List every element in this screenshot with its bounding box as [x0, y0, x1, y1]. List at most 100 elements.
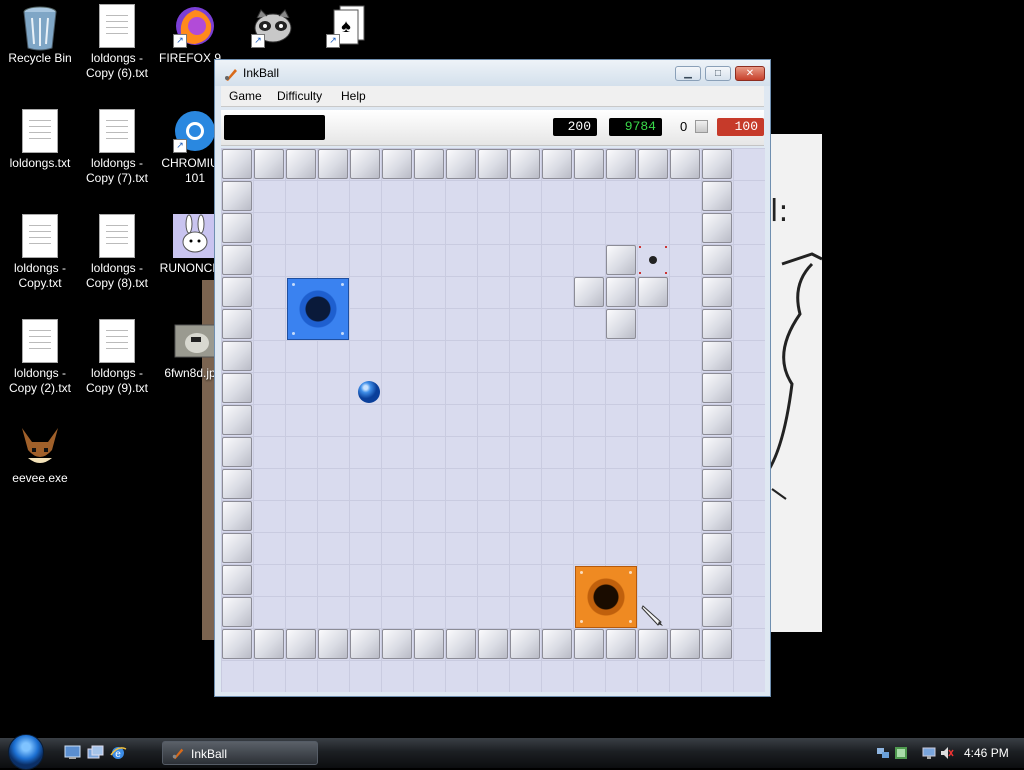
window-title: InkBall: [243, 66, 280, 80]
wall-tile: [414, 629, 444, 659]
wall-tile: [222, 373, 252, 403]
wall-tile: [702, 341, 732, 371]
close-button[interactable]: ✕: [735, 66, 765, 81]
wall-tile: [286, 629, 316, 659]
network-icon[interactable]: [876, 746, 890, 760]
desktop-icon-label: loldongs - Copy.txt: [13, 261, 67, 290]
eevee-icon: [18, 424, 62, 468]
inkball-app-icon: [172, 748, 184, 760]
wall-tile: [222, 533, 252, 563]
wall-tile: [222, 309, 252, 339]
show-desktop-icon[interactable]: [64, 745, 81, 760]
blue-hole: [287, 278, 349, 340]
menu-help[interactable]: Help: [337, 88, 370, 104]
wall-tile: [382, 629, 412, 659]
close-icon: ✕: [745, 68, 755, 79]
desktop-icon-raccoon-app[interactable]: ↗: [233, 0, 313, 51]
shortcut-arrow-icon: ↗: [173, 139, 187, 153]
firefox-icon: ↗: [173, 4, 217, 48]
wall-tile: [574, 149, 604, 179]
desktop-icon-text-file[interactable]: loldongs - Copy.txt: [0, 210, 80, 291]
desktop-icon-text-file[interactable]: loldongs - Copy (8).txt: [77, 210, 157, 291]
ball-queue-icon: [695, 120, 708, 133]
desktop-icon-text-file[interactable]: loldongs - Copy (2).txt: [0, 315, 80, 396]
desktop-icon-label: loldongs.txt: [9, 156, 71, 170]
desktop-icon-text-file[interactable]: loldongs - Copy (9).txt: [77, 315, 157, 396]
menu-bar: Game Difficulty Help: [221, 86, 764, 107]
text-file-icon: [18, 319, 62, 363]
wall-tile: [222, 341, 252, 371]
menu-game[interactable]: Game: [225, 88, 266, 104]
text-file-icon: [95, 4, 139, 48]
wall-tile: [222, 597, 252, 627]
internet-explorer-icon[interactable]: e: [110, 745, 127, 760]
minimize-icon: ▁: [684, 68, 692, 79]
wall-tile: [638, 629, 668, 659]
wall-tile: [606, 629, 636, 659]
wall-tile: [702, 405, 732, 435]
wall-tile: [702, 181, 732, 211]
wall-tile: [702, 437, 732, 467]
desktop-icon-text-file[interactable]: loldongs - Copy (7).txt: [77, 105, 157, 186]
desktop-icon-label: loldongs - Copy (2).txt: [8, 366, 71, 395]
desktop-icon-text-file[interactable]: loldongs.txt: [0, 105, 80, 171]
desktop-icon-firefox[interactable]: ↗ FIREFOX 9...: [155, 0, 235, 66]
taskbar-item-inkball[interactable]: InkBall: [162, 741, 318, 765]
wall-tile: [222, 405, 252, 435]
wall-tile: [702, 597, 732, 627]
wall-tile: [702, 213, 732, 243]
wall-tile: [702, 533, 732, 563]
wall-tile: [350, 149, 380, 179]
wall-tile: [222, 277, 252, 307]
wall-tile: [222, 565, 252, 595]
wall-tile: [702, 629, 732, 659]
volume-muted-icon[interactable]: [940, 746, 954, 760]
raccoon-icon: ↗: [251, 4, 295, 48]
desktop-icon-label: loldongs - Copy (9).txt: [85, 366, 148, 395]
wall-tile: [670, 629, 700, 659]
wall-tile: [222, 213, 252, 243]
desktop-icon-eevee[interactable]: eevee.exe: [0, 420, 80, 486]
svg-text:e: e: [115, 749, 121, 760]
desktop-icon-text-file[interactable]: loldongs - Copy (6).txt: [77, 0, 157, 81]
game-board[interactable]: [221, 148, 765, 692]
wall-tile: [222, 469, 252, 499]
wall-tile: [574, 629, 604, 659]
background-partial-text: l:: [770, 194, 789, 229]
desktop-icon-recycle-bin[interactable]: Recycle Bin: [0, 0, 80, 66]
wall-tile: [446, 629, 476, 659]
desktop-icon-label: loldongs - Copy (8).txt: [85, 261, 148, 290]
wall-tile: [510, 149, 540, 179]
wall-tile: [542, 149, 572, 179]
title-bar[interactable]: InkBall ▁ □ ✕: [215, 60, 770, 86]
svg-text:♠: ♠: [341, 16, 351, 36]
wall-tile: [478, 629, 508, 659]
high-score-display: 9784: [609, 118, 662, 136]
taskbar: e InkBall 4:46 PM: [0, 734, 1024, 770]
wall-tile: [702, 277, 732, 307]
wall-tile: [222, 629, 252, 659]
clock[interactable]: 4:46 PM: [964, 746, 1009, 760]
network-status-icon[interactable]: [894, 746, 908, 760]
message-display: [224, 115, 325, 140]
minimize-button[interactable]: ▁: [675, 66, 701, 81]
menu-difficulty[interactable]: Difficulty: [273, 88, 326, 104]
wall-tile: [222, 149, 252, 179]
wall-tile: [638, 277, 668, 307]
switch-windows-icon[interactable]: [87, 745, 104, 760]
wall-tile: [318, 629, 348, 659]
wall-tile: [414, 149, 444, 179]
desktop-icon-label: loldongs - Copy (6).txt: [85, 51, 148, 80]
wall-tile: [318, 149, 348, 179]
start-button[interactable]: [8, 734, 44, 770]
wall-tile: [254, 629, 284, 659]
maximize-button[interactable]: □: [705, 66, 731, 81]
ball-count: 0: [680, 119, 688, 134]
desktop-icon-solitaire[interactable]: ♠ ↗: [308, 0, 388, 51]
desktop-icon-label: Recycle Bin: [8, 51, 72, 65]
desktop-icon-label: eevee.exe: [12, 471, 68, 485]
wall-tile: [606, 309, 636, 339]
display-icon[interactable]: [922, 746, 936, 760]
wall-tile: [702, 245, 732, 275]
shortcut-arrow-icon: ↗: [326, 34, 340, 48]
